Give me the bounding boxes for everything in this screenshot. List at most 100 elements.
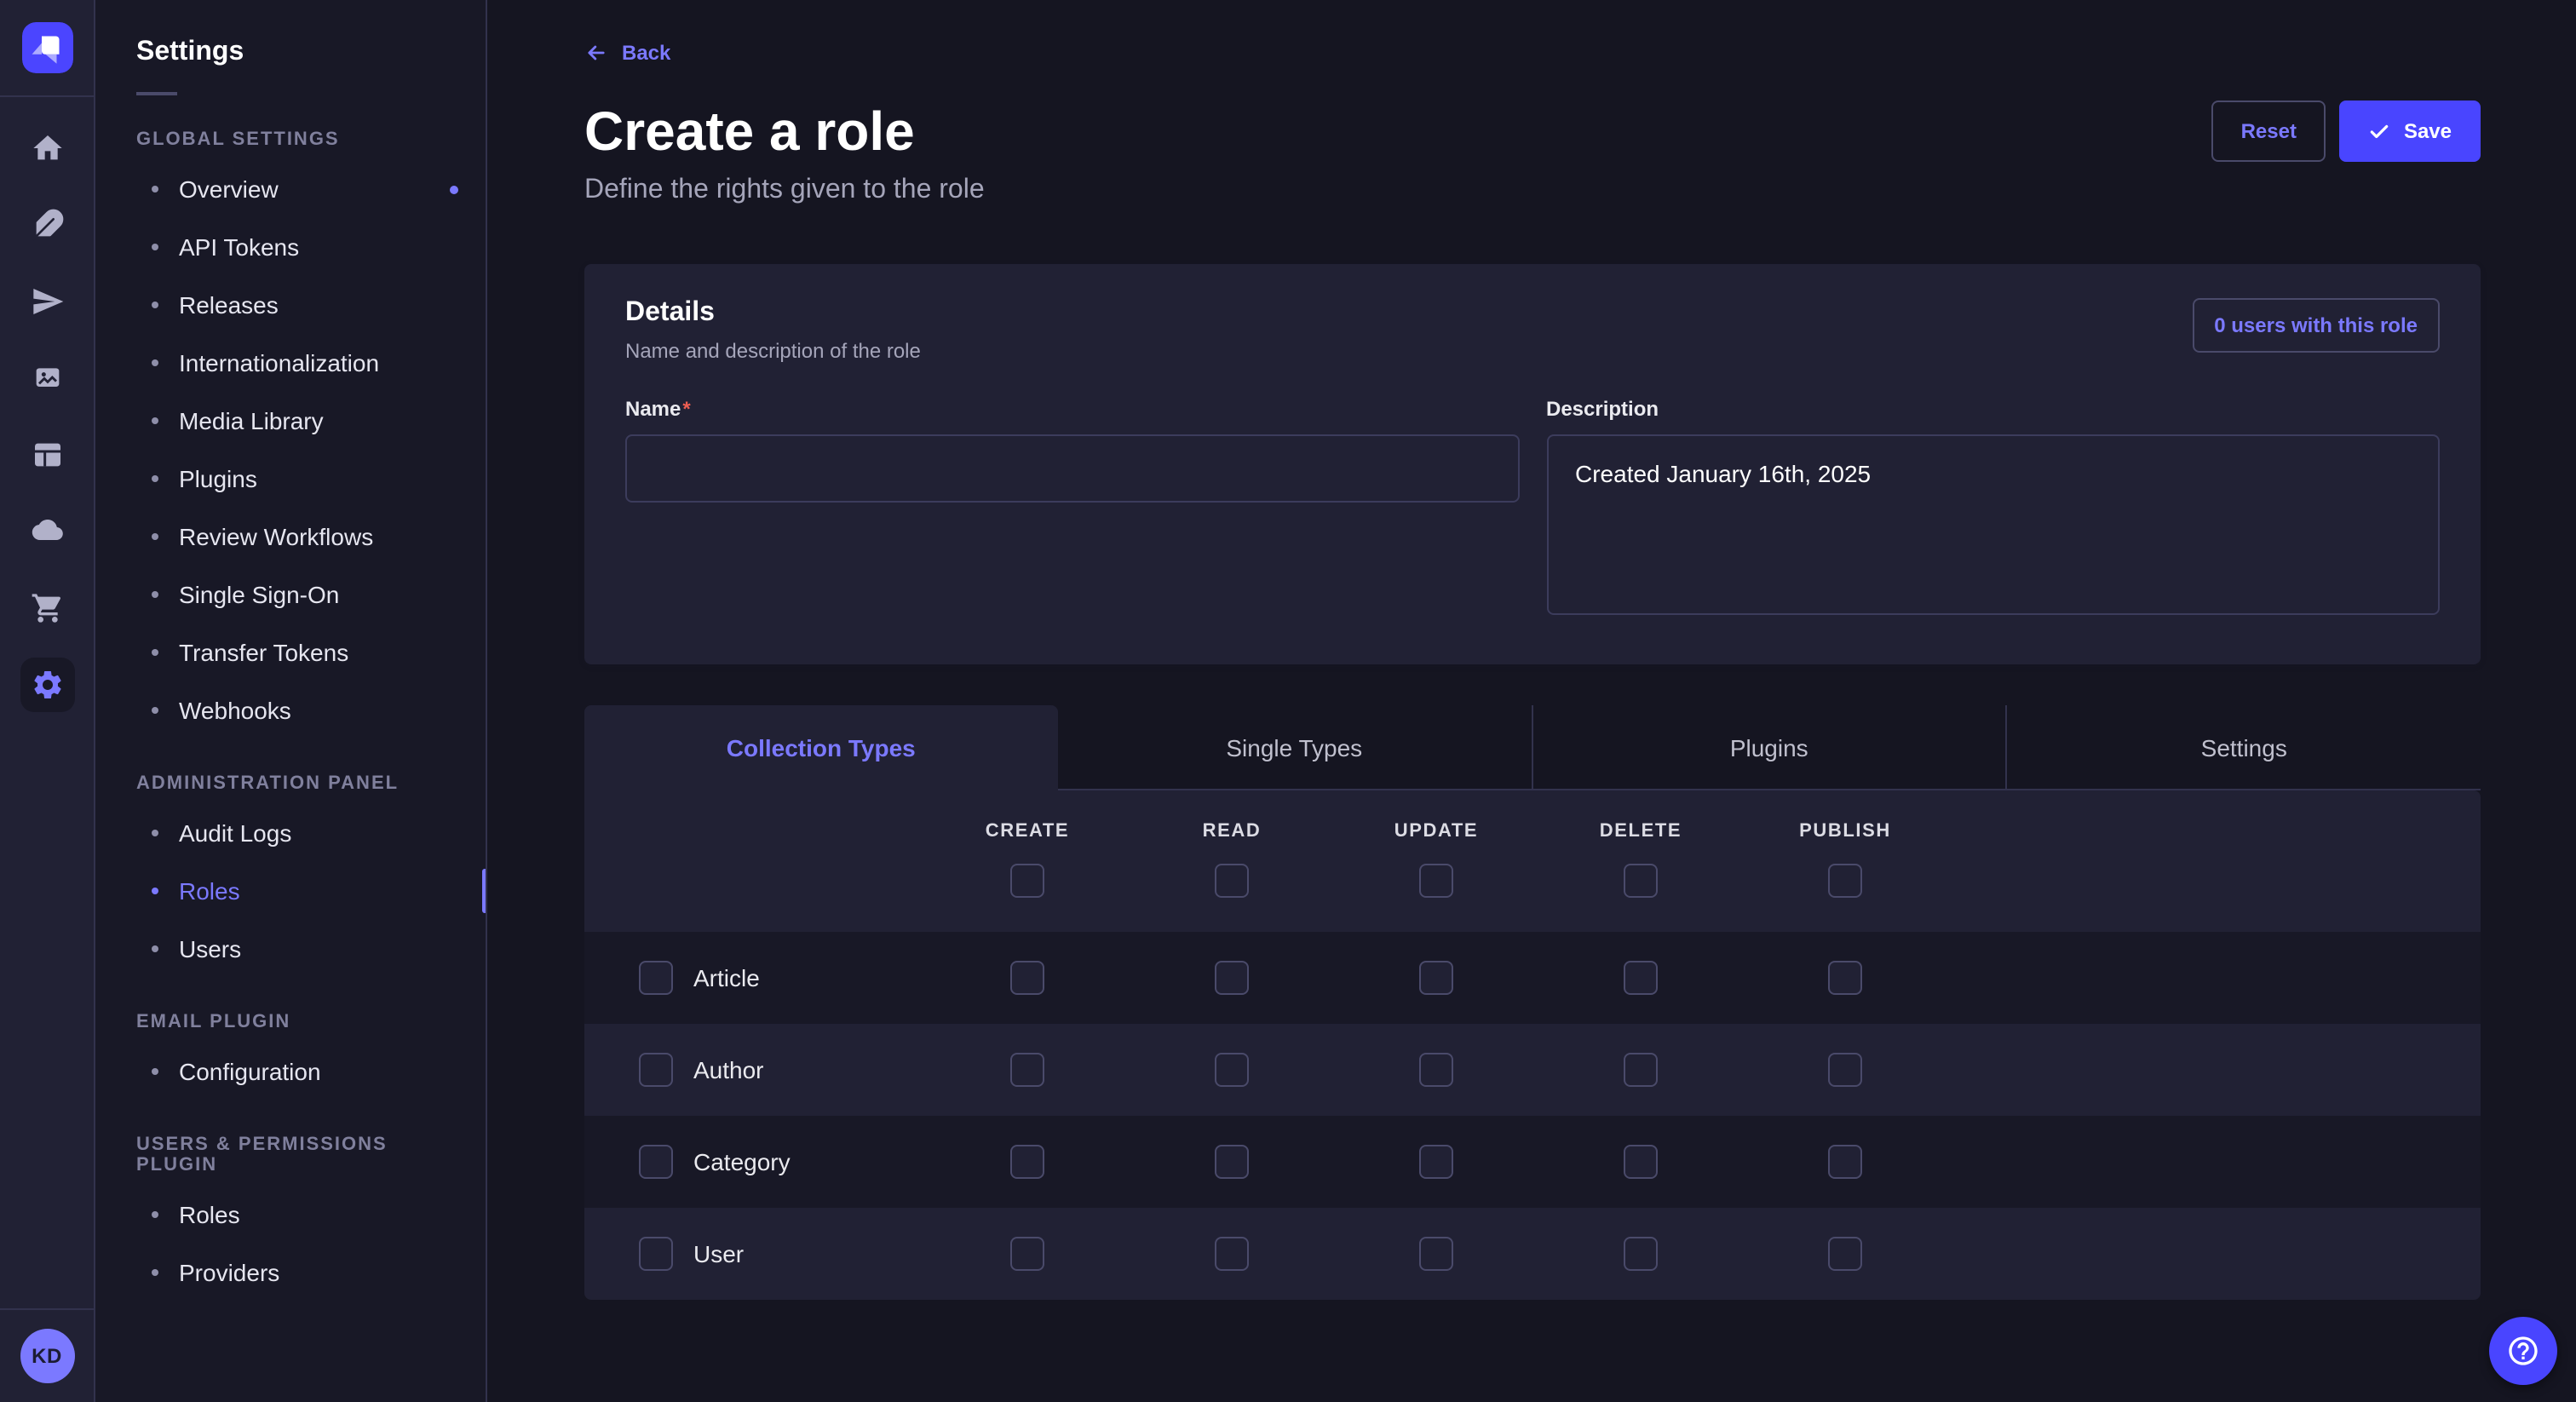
help-button[interactable] xyxy=(2489,1317,2557,1385)
section-global-settings: GLOBAL SETTINGS xyxy=(136,129,445,150)
sidebar-item-transfer-tokens[interactable]: Transfer Tokens xyxy=(95,623,486,681)
row-select-checkbox[interactable] xyxy=(639,961,673,995)
settings-gear-icon[interactable] xyxy=(20,658,74,712)
row-select-checkbox[interactable] xyxy=(639,1053,673,1087)
sidebar-item-review-workflows[interactable]: Review Workflows xyxy=(95,508,486,566)
reset-button[interactable]: Reset xyxy=(2212,101,2326,162)
article-publish-checkbox[interactable] xyxy=(1828,961,1862,995)
rail-icons xyxy=(20,97,74,734)
author-update-checkbox[interactable] xyxy=(1419,1053,1453,1087)
media-library-images-icon[interactable] xyxy=(20,351,74,405)
select-all-update-checkbox[interactable] xyxy=(1419,864,1453,898)
user-avatar[interactable]: KD xyxy=(20,1329,74,1383)
sidebar-item-users[interactable]: Users xyxy=(95,920,486,978)
permission-tabs: Collection Types Single Types Plugins Se… xyxy=(584,705,2481,790)
user-delete-checkbox[interactable] xyxy=(1624,1237,1658,1271)
bullet-icon xyxy=(152,649,158,656)
bullet-icon xyxy=(152,1068,158,1075)
permissions-table: CREATE READ UPDATE DELETE PUBLISH xyxy=(584,790,2481,1300)
marketplace-cart-icon[interactable] xyxy=(20,581,74,635)
author-read-checkbox[interactable] xyxy=(1215,1053,1249,1087)
user-create-checkbox[interactable] xyxy=(1010,1237,1044,1271)
section-users-permissions-plugin: USERS & PERMISSIONS PLUGIN xyxy=(136,1135,445,1175)
category-delete-checkbox[interactable] xyxy=(1624,1145,1658,1179)
bullet-icon xyxy=(152,888,158,894)
rail-footer-divider xyxy=(0,1308,94,1310)
section-administration-panel: ADMINISTRATION PANEL xyxy=(136,773,445,794)
sidebar-item-configuration[interactable]: Configuration xyxy=(95,1043,486,1100)
sidebar-item-providers[interactable]: Providers xyxy=(95,1244,486,1301)
category-publish-checkbox[interactable] xyxy=(1828,1145,1862,1179)
article-delete-checkbox[interactable] xyxy=(1624,961,1658,995)
sidebar-item-plugins[interactable]: Plugins xyxy=(95,450,486,508)
select-all-publish-checkbox[interactable] xyxy=(1828,864,1862,898)
content-type-builder-layout-icon[interactable] xyxy=(20,428,74,482)
back-link[interactable]: Back xyxy=(584,41,670,65)
name-input[interactable] xyxy=(625,434,1519,503)
sidebar-item-releases[interactable]: Releases xyxy=(95,276,486,334)
column-header-create: CREATE xyxy=(925,821,1130,842)
users-with-role-button[interactable]: 0 users with this role xyxy=(2192,298,2440,353)
tab-settings[interactable]: Settings xyxy=(2006,705,2481,790)
author-create-checkbox[interactable] xyxy=(1010,1053,1044,1087)
permission-row-category: Category xyxy=(584,1116,2481,1208)
column-header-update: UPDATE xyxy=(1334,821,1538,842)
notification-dot-icon xyxy=(450,186,458,194)
bullet-icon xyxy=(152,1211,158,1218)
row-label: User xyxy=(693,1240,744,1267)
tab-single-types[interactable]: Single Types xyxy=(1058,705,1532,790)
row-label: Author xyxy=(693,1056,764,1083)
sidebar-item-api-tokens[interactable]: API Tokens xyxy=(95,218,486,276)
app-window: KD Settings GLOBAL SETTINGS Overview API… xyxy=(0,0,2576,1402)
strapi-logo[interactable] xyxy=(21,22,72,73)
author-delete-checkbox[interactable] xyxy=(1624,1053,1658,1087)
sidebar-item-internationalization[interactable]: Internationalization xyxy=(95,334,486,392)
description-textarea[interactable]: Created January 16th, 2025 xyxy=(1546,434,2440,615)
article-create-checkbox[interactable] xyxy=(1010,961,1044,995)
sidebar-item-webhooks[interactable]: Webhooks xyxy=(95,681,486,739)
category-update-checkbox[interactable] xyxy=(1419,1145,1453,1179)
arrow-left-icon xyxy=(584,41,608,65)
sidebar-item-single-sign-on[interactable]: Single Sign-On xyxy=(95,566,486,623)
row-select-checkbox[interactable] xyxy=(639,1237,673,1271)
select-all-read-checkbox[interactable] xyxy=(1215,864,1249,898)
row-select-checkbox[interactable] xyxy=(639,1145,673,1179)
bullet-icon xyxy=(152,244,158,250)
permission-row-user: User xyxy=(584,1208,2481,1300)
rail-footer: KD xyxy=(0,1308,94,1402)
article-update-checkbox[interactable] xyxy=(1419,961,1453,995)
tab-collection-types[interactable]: Collection Types xyxy=(584,705,1058,790)
user-read-checkbox[interactable] xyxy=(1215,1237,1249,1271)
main-nav-rail: KD xyxy=(0,0,95,1402)
sidebar-item-roles-up[interactable]: Roles xyxy=(95,1186,486,1244)
sidebar-item-audit-logs[interactable]: Audit Logs xyxy=(95,804,486,862)
bullet-icon xyxy=(152,945,158,952)
sidebar-item-media-library[interactable]: Media Library xyxy=(95,392,486,450)
select-all-create-checkbox[interactable] xyxy=(1010,864,1044,898)
row-label: Category xyxy=(693,1148,791,1175)
user-publish-checkbox[interactable] xyxy=(1828,1237,1862,1271)
name-label: Name* xyxy=(625,397,691,421)
author-publish-checkbox[interactable] xyxy=(1828,1053,1862,1087)
column-header-publish: PUBLISH xyxy=(1743,821,1947,842)
select-all-delete-checkbox[interactable] xyxy=(1624,864,1658,898)
page-subtitle: Define the rights given to the role xyxy=(584,175,2481,206)
home-icon[interactable] xyxy=(20,121,74,175)
column-header-read: READ xyxy=(1130,821,1334,842)
subnav-title-divider xyxy=(136,92,177,95)
save-button[interactable]: Save xyxy=(2339,101,2481,162)
deploy-cloud-icon[interactable] xyxy=(20,504,74,559)
permissions-table-header: CREATE READ UPDATE DELETE PUBLISH xyxy=(584,790,2481,932)
bullet-icon xyxy=(152,302,158,308)
sidebar-item-overview[interactable]: Overview xyxy=(95,160,486,218)
page-title: Create a role xyxy=(584,97,2481,165)
permission-row-article: Article xyxy=(584,932,2481,1024)
user-update-checkbox[interactable] xyxy=(1419,1237,1453,1271)
tab-plugins[interactable]: Plugins xyxy=(1531,705,2006,790)
category-create-checkbox[interactable] xyxy=(1010,1145,1044,1179)
releases-paper-plane-icon[interactable] xyxy=(20,274,74,329)
article-read-checkbox[interactable] xyxy=(1215,961,1249,995)
content-manager-feather-icon[interactable] xyxy=(20,198,74,252)
category-read-checkbox[interactable] xyxy=(1215,1145,1249,1179)
sidebar-item-roles-admin[interactable]: Roles xyxy=(95,862,486,920)
